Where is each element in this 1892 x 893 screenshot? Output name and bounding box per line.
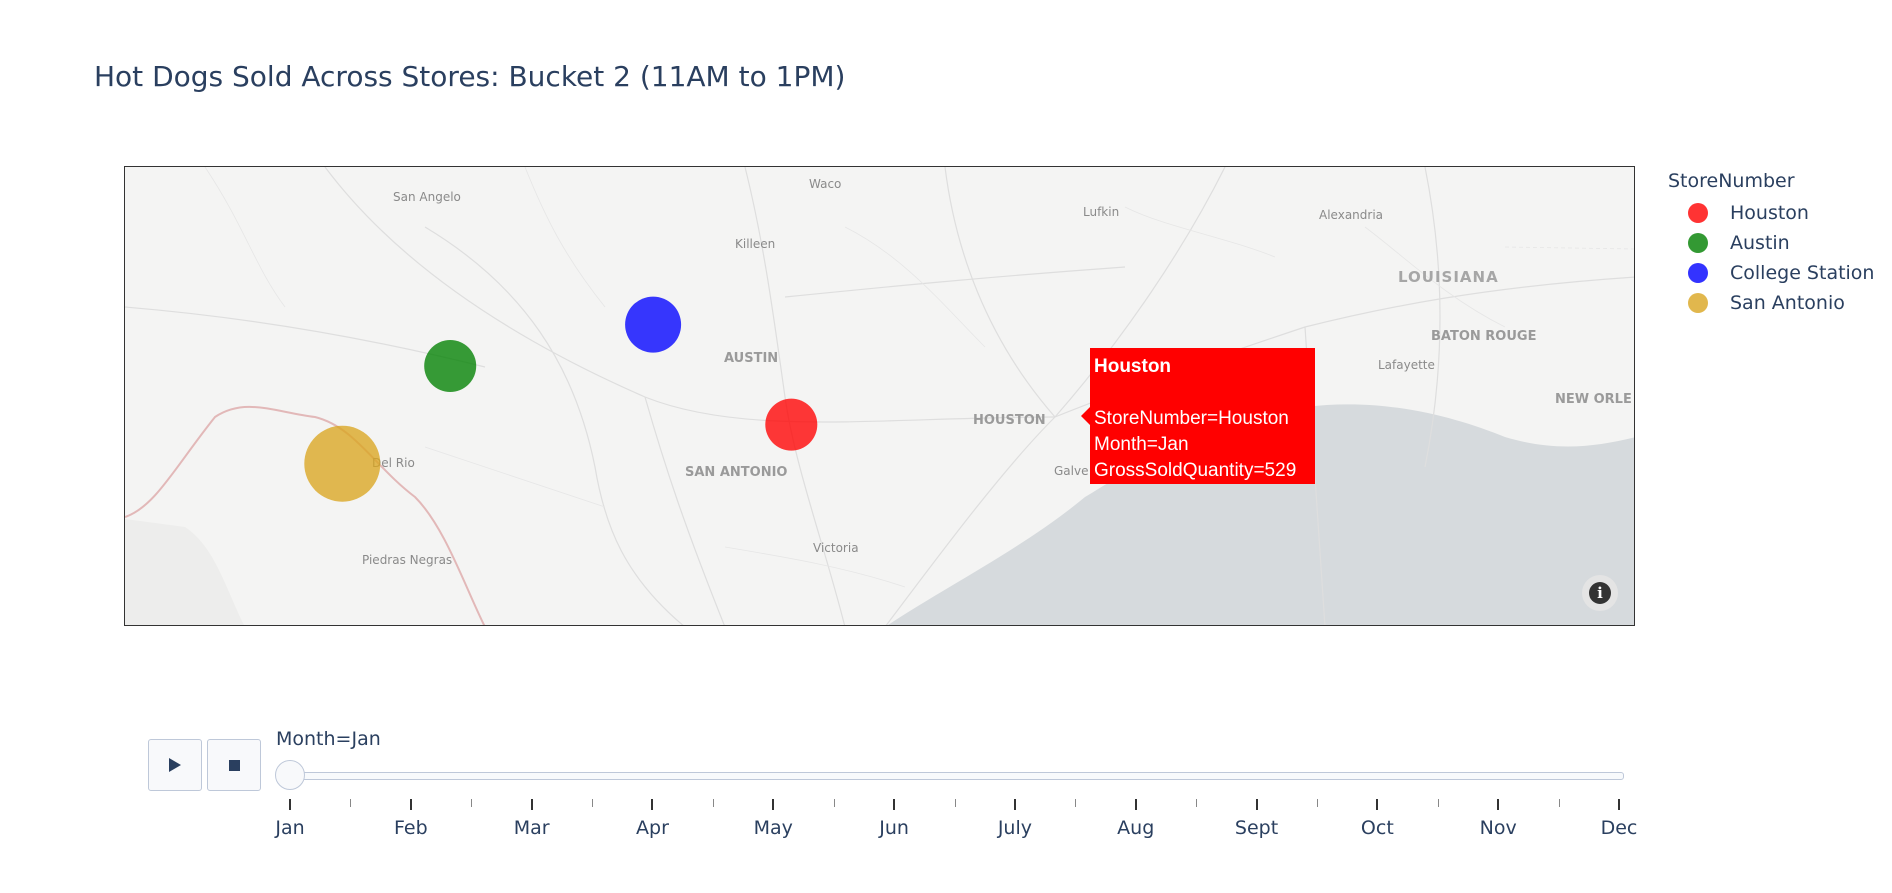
slider-label-dec[interactable]: Dec (1601, 817, 1638, 839)
slider-minor-tick (592, 799, 594, 807)
slider-tick (1013, 799, 1016, 810)
store-marker-san-antonio[interactable] (304, 425, 381, 502)
slider-label-mar[interactable]: Mar (514, 817, 550, 839)
slider-minor-tick (1196, 799, 1198, 807)
legend-item-houston[interactable]: Houston (1668, 198, 1874, 228)
slider-tick (772, 799, 775, 810)
slider-tick (1497, 799, 1500, 810)
slider-tick (1255, 799, 1258, 810)
slider-tick (289, 799, 291, 810)
legend-item-college-station[interactable]: College Station (1668, 258, 1874, 288)
legend-title: StoreNumber (1668, 170, 1795, 192)
map-place-label: San Angelo (393, 190, 461, 204)
play-button[interactable] (148, 739, 202, 791)
slider-minor-tick (833, 799, 835, 807)
slider-minor-tick (1558, 799, 1560, 807)
slider-label-july[interactable]: July (998, 817, 1032, 839)
legend-swatch-san-antonio (1688, 293, 1708, 313)
info-icon: i (1589, 582, 1611, 604)
store-marker-college-station[interactable] (625, 296, 682, 353)
legend-item-san-antonio[interactable]: San Antonio (1668, 288, 1874, 318)
map-place-label: SAN ANTONIO (685, 465, 787, 480)
map-place-label: Waco (809, 177, 841, 191)
tooltip-line: GrossSoldQuantity=529 (1094, 460, 1297, 481)
slider-tick (651, 799, 654, 810)
map-place-label: HOUSTON (973, 413, 1046, 428)
slider-tick (1618, 799, 1620, 810)
slider-minor-tick (954, 799, 956, 807)
legend-swatch-austin (1688, 233, 1708, 253)
map-place-label: LOUISIANA (1398, 268, 1499, 286)
slider-label-jan[interactable]: Jan (275, 817, 304, 839)
tooltip-line: Month=Jan (1094, 434, 1189, 455)
tooltip-title: Houston (1094, 356, 1172, 377)
slider-tick (1376, 799, 1379, 810)
map-place-label: BATON ROUGE (1431, 329, 1536, 344)
store-marker-austin[interactable] (424, 340, 477, 392)
map-place-label: Piedras Negras (362, 553, 452, 567)
slider-label-sept[interactable]: Sept (1235, 817, 1278, 839)
slider-minor-tick (471, 799, 473, 807)
map-place-label: Lafayette (1378, 358, 1435, 372)
map-place-label: Alexandria (1319, 208, 1383, 222)
legend-swatch-college-station (1688, 263, 1708, 283)
slider-minor-tick (1075, 799, 1077, 807)
slider-track[interactable] (286, 772, 1624, 780)
legend-label: Austin (1730, 232, 1790, 254)
basemap[interactable]: San Angelo Waco Lufkin Alexandria Killeen LOU… (125, 167, 1635, 626)
map-place-label: Killeen (735, 237, 775, 251)
slider-minor-tick (1437, 799, 1439, 807)
slider-label-nov[interactable]: Nov (1480, 817, 1517, 839)
stop-button[interactable] (207, 739, 261, 791)
legend-label: San Antonio (1730, 292, 1845, 314)
chart-title: Hot Dogs Sold Across Stores: Bucket 2 (1… (94, 60, 846, 93)
legend-label: College Station (1730, 262, 1875, 284)
legend: StoreNumber Houston Austin College Stati… (1668, 170, 1874, 318)
play-icon (169, 758, 181, 772)
slider-tick (1134, 799, 1137, 810)
map-place-label: Galve (1054, 464, 1088, 478)
legend-swatch-houston (1688, 203, 1708, 223)
map-place-label: AUSTIN (724, 351, 778, 366)
map-attribution-button[interactable]: i (1582, 575, 1618, 611)
map-place-label: NEW ORLE (1555, 392, 1632, 407)
slider-label-jun[interactable]: Jun (879, 817, 909, 839)
tooltip-line: StoreNumber=Houston (1094, 408, 1289, 429)
legend-item-austin[interactable]: Austin (1668, 228, 1874, 258)
slider-tick (409, 799, 412, 810)
legend-label: Houston (1730, 202, 1809, 224)
slider-minor-tick (1316, 799, 1318, 807)
slider-handle[interactable] (275, 760, 305, 790)
slider-minor-tick (712, 799, 714, 807)
hover-tooltip: Houston StoreNumber=Houston Month=Jan Gr… (1081, 348, 1315, 484)
map-view[interactable]: San Angelo Waco Lufkin Alexandria Killeen LOU… (124, 166, 1635, 626)
slider-label-apr[interactable]: Apr (636, 817, 669, 839)
slider-current-value: Month=Jan (276, 728, 381, 750)
slider-minor-tick (350, 799, 352, 807)
slider-label-oct[interactable]: Oct (1361, 817, 1394, 839)
map-place-label: Lufkin (1083, 205, 1119, 219)
slider-label-feb[interactable]: Feb (394, 817, 428, 839)
slider-label-aug[interactable]: Aug (1117, 817, 1154, 839)
map-place-label: Victoria (813, 541, 859, 555)
slider-tick (530, 799, 533, 810)
stop-icon (228, 759, 240, 771)
slider-label-may[interactable]: May (754, 817, 793, 839)
store-marker-houston[interactable] (765, 398, 818, 451)
slider-tick (893, 799, 896, 810)
